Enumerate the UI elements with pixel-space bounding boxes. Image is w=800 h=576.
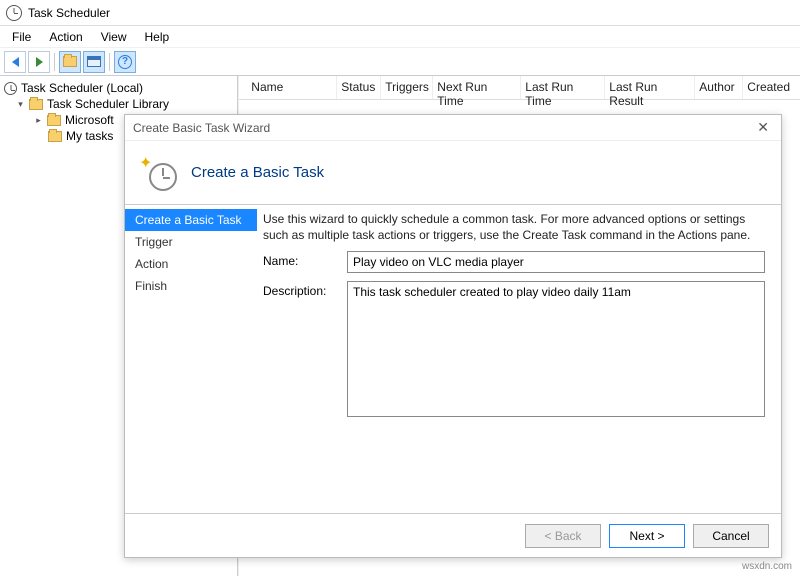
wizard-content: Use this wizard to quickly schedule a co… [257,205,781,513]
tree-root-label: Task Scheduler (Local) [21,81,143,95]
description-label: Description: [263,281,341,298]
tree-root[interactable]: Task Scheduler (Local) [2,80,235,96]
cancel-button[interactable]: Cancel [693,524,769,548]
menu-file[interactable]: File [4,28,39,46]
wizard-header: ✦ Create a Basic Task [125,141,781,205]
tree-library[interactable]: ▾ Task Scheduler Library [2,96,235,112]
help-button[interactable]: ? [114,51,136,73]
tree-mytasks-label: My tasks [66,129,113,143]
col-result[interactable]: Last Run Result [605,76,695,99]
action-pane-button[interactable] [59,51,81,73]
step-create[interactable]: Create a Basic Task [125,209,257,231]
step-action[interactable]: Action [125,253,257,275]
folder-icon [47,115,61,126]
menu-action[interactable]: Action [41,28,90,46]
col-author[interactable]: Author [695,76,743,99]
wizard-heading: Create a Basic Task [191,164,324,181]
folder-icon [63,56,77,67]
col-name[interactable]: Name [247,76,337,99]
col-created[interactable]: Created [743,76,800,99]
clock-icon [6,5,22,21]
col-status[interactable]: Status [337,76,381,99]
watermark: wsxdn.com [742,561,792,572]
chevron-down-icon: ▾ [16,100,25,109]
folder-icon [29,99,43,110]
description-textarea[interactable]: This task scheduler created to play vide… [347,281,765,417]
folder-icon [48,131,62,142]
back-button: < Back [525,524,601,548]
col-next[interactable]: Next Run Time [433,76,521,99]
step-trigger[interactable]: Trigger [125,231,257,253]
detail-pane-button[interactable] [83,51,105,73]
wizard-titlebar: Create Basic Task Wizard ✕ [125,115,781,141]
back-button[interactable] [4,51,26,73]
wizard-icon: ✦ [141,155,177,191]
app-title: Task Scheduler [28,6,110,20]
clock-icon [149,163,177,191]
arrow-right-icon [36,57,43,67]
column-headers: Name Status Triggers Next Run Time Last … [239,76,800,100]
help-icon: ? [118,55,132,69]
col-last[interactable]: Last Run Time [521,76,605,99]
wizard-instruction: Use this wizard to quickly schedule a co… [263,211,765,243]
chevron-right-icon: ▸ [34,116,43,125]
tree-library-label: Task Scheduler Library [47,97,169,111]
menu-bar: File Action View Help [0,26,800,48]
separator [54,53,55,71]
forward-button[interactable] [28,51,50,73]
next-button[interactable]: Next > [609,524,685,548]
tree-microsoft-label: Microsoft [65,113,114,127]
wizard-dialog: Create Basic Task Wizard ✕ ✦ Create a Ba… [124,114,782,558]
title-bar: Task Scheduler [0,0,800,26]
menu-view[interactable]: View [93,28,135,46]
wizard-steps: Create a Basic Task Trigger Action Finis… [125,205,257,513]
name-input[interactable] [347,251,765,273]
separator [109,53,110,71]
menu-help[interactable]: Help [137,28,178,46]
wizard-title: Create Basic Task Wizard [133,121,270,135]
toolbar: ? [0,48,800,76]
clock-icon [4,82,17,95]
step-finish[interactable]: Finish [125,275,257,297]
close-button[interactable]: ✕ [753,119,773,136]
arrow-left-icon [12,57,19,67]
wizard-footer: < Back Next > Cancel [125,513,781,557]
name-label: Name: [263,251,341,268]
window-icon [87,56,101,67]
col-triggers[interactable]: Triggers [381,76,433,99]
